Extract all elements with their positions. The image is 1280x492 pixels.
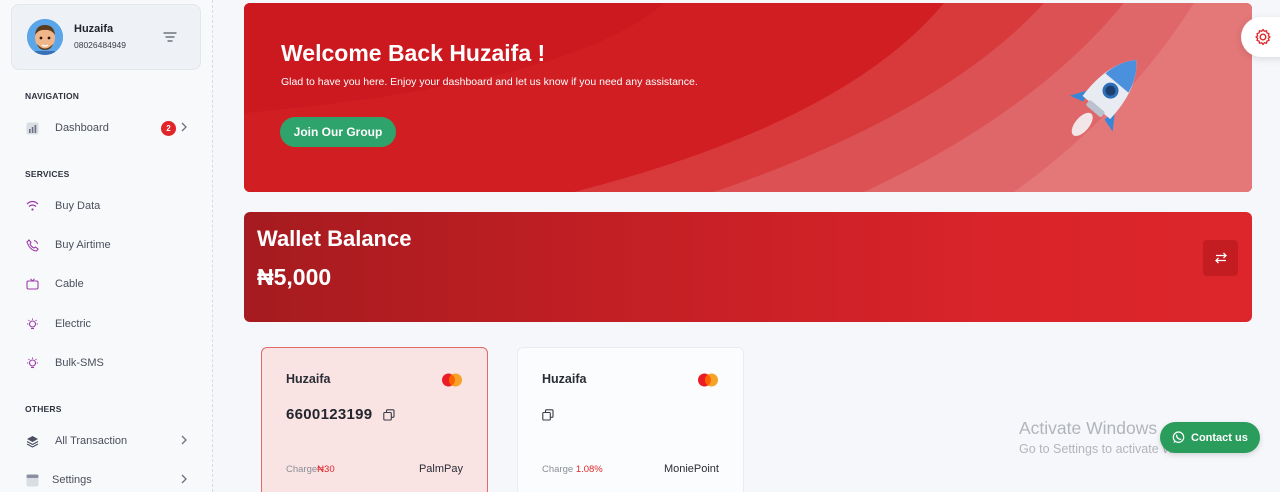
section-title-navigation: NAVIGATION [25,91,80,101]
sidebar-item-cable[interactable]: Cable [25,274,200,294]
mastercard-logo-icon [442,373,462,387]
sidebar-item-label: Electric [55,318,92,330]
chart-icon [25,121,39,135]
filter-icon[interactable] [163,31,177,43]
card-charge: Charge₦30 [286,464,335,475]
copy-icon[interactable] [383,409,395,421]
gear-icon [1255,28,1271,46]
contact-us-button[interactable]: Contact us [1160,422,1260,453]
section-title-others: OTHERS [25,404,62,414]
sidebar-item-label: Buy Airtime [55,239,111,251]
section-title-services: SERVICES [25,169,70,179]
wallet-title: Wallet Balance [257,226,412,251]
account-number-row: 6600123199 [286,406,395,423]
account-card: Huzaifa 6600123199 Charge₦30 PalmPay [261,347,488,492]
card-holder-name: Huzaifa [286,372,331,386]
swap-arrows-icon [1214,252,1227,264]
bulb-icon [25,317,39,331]
chevron-right-icon [181,474,187,484]
sidebar-item-label: Dashboard [55,122,109,134]
sidebar-item-label: Bulk-SMS [55,357,104,369]
sidebar: Huzaifa 08026484949 NAVIGATION Dashboard… [0,0,213,492]
sidebar-item-label: All Transaction [55,435,128,447]
chevron-right-icon [181,435,187,445]
sidebar-item-label: Buy Data [55,200,101,212]
phone-icon [25,238,39,252]
bank-name: PalmPay [418,463,463,475]
bank-name: MoniePoint [663,463,719,475]
dashboard-page: Huzaifa 08026484949 NAVIGATION Dashboard… [0,0,1280,492]
profile-card[interactable]: Huzaifa 08026484949 [11,4,201,70]
sidebar-item-buy-airtime[interactable]: Buy Airtime [25,235,200,255]
contact-us-label: Contact us [1191,431,1248,444]
notification-badge: 2 [161,121,176,136]
profile-name: Huzaifa [74,23,114,35]
welcome-subtitle: Glad to have you here. Enjoy your dashbo… [281,76,698,88]
bulb-icon [25,356,39,370]
mastercard-logo-icon [698,373,718,387]
rocket-illustration [1069,59,1137,136]
charge-label: Charge [286,464,318,475]
card-holder-name: Huzaifa [542,372,587,386]
whatsapp-icon [1172,431,1185,443]
welcome-title: Welcome Back Huzaifa ! [281,40,546,66]
account-card: Huzaifa Charge 1.08% MoniePoint [517,347,744,492]
wifi-icon [25,199,39,213]
sidebar-item-buy-data[interactable]: Buy Data [25,196,200,216]
tv-icon [25,277,39,291]
charge-label: Charge [542,464,574,475]
profile-phone: 08026484949 [74,40,127,50]
join-group-button[interactable]: Join Our Group [280,117,396,147]
wallet-balance: ₦5,000 [257,264,332,290]
sidebar-item-electric[interactable]: Electric [25,314,200,334]
sidebar-item-settings[interactable]: Settings [25,470,200,490]
welcome-banner: Welcome Back Huzaifa ! Glad to have you … [244,3,1252,192]
chevron-right-icon [181,122,187,132]
sidebar-item-bulk-sms[interactable]: Bulk-SMS [25,353,200,373]
sidebar-item-all-transaction[interactable]: All Transaction [25,431,200,451]
sidebar-item-label: Settings [52,474,92,486]
wallet-card: Wallet Balance ₦5,000 [244,212,1252,322]
sidebar-item-label: Cable [55,278,84,290]
calendar-icon [25,473,39,487]
charge-value: 1.08% [575,464,603,475]
charge-value: ₦30 [317,464,335,475]
transfer-button[interactable] [1203,240,1238,276]
card-charge: Charge 1.08% [542,464,603,475]
settings-fab[interactable] [1241,17,1280,57]
account-number: 6600123199 [286,406,373,423]
account-number-row [542,406,554,423]
sidebar-item-dashboard[interactable]: Dashboard 2 [25,118,200,138]
layers-icon [25,434,39,448]
avatar [27,19,63,55]
copy-icon[interactable] [542,409,554,421]
